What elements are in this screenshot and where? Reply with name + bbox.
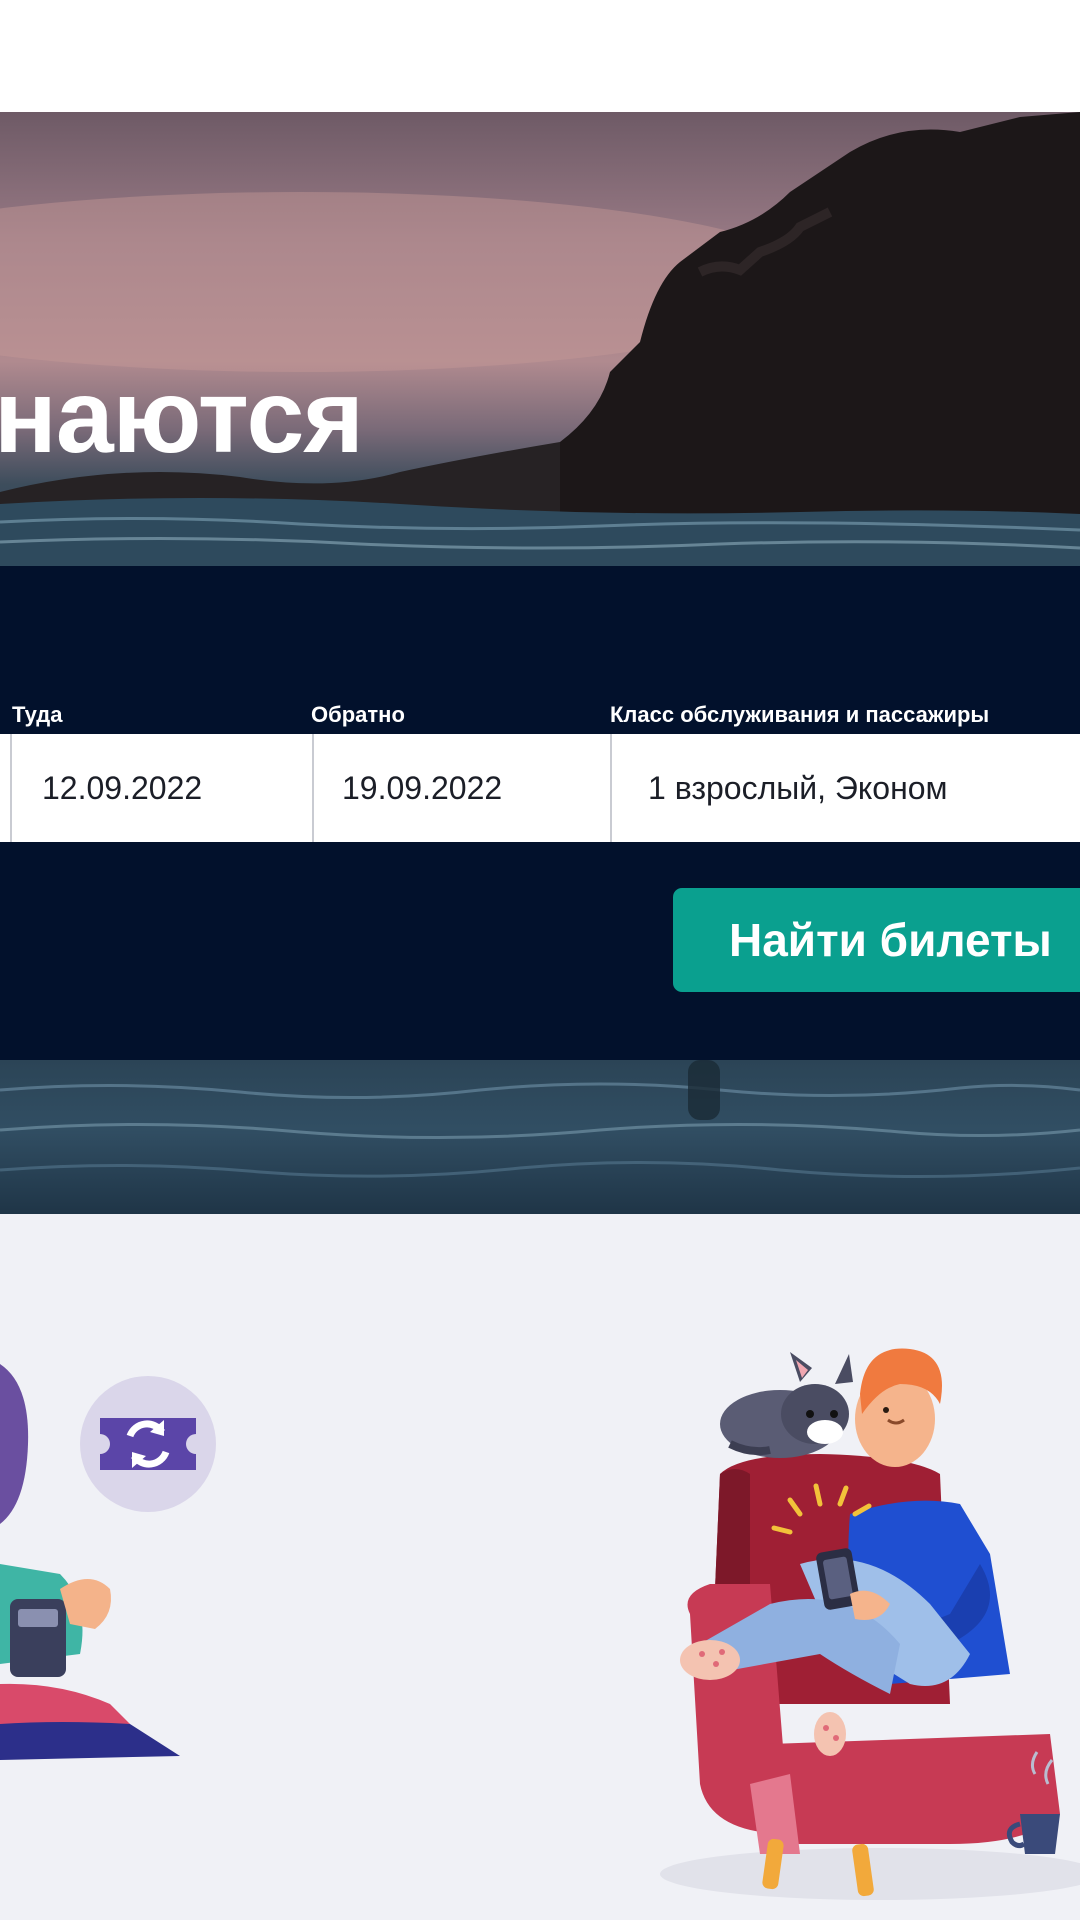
hero-banner: наются bbox=[0, 112, 1080, 566]
depart-date-label: Туда bbox=[12, 702, 63, 727]
flight-search-panel: Туда Обратно Класс обслуживания и пассаж… bbox=[0, 566, 1080, 1060]
depart-date-value: 12.09.2022 bbox=[42, 769, 203, 806]
class-passengers-label: Класс обслуживания и пассажиры bbox=[610, 702, 990, 727]
hero-water-strip bbox=[0, 1060, 1080, 1214]
man-in-armchair-illustration bbox=[660, 1348, 1080, 1900]
return-date-field[interactable]: 19.09.2022 bbox=[312, 734, 612, 842]
hero-title: наются bbox=[0, 359, 364, 475]
hero-background-image bbox=[0, 112, 1080, 566]
depart-date-field[interactable]: 12.09.2022 bbox=[10, 734, 314, 842]
ticket-exchange-icon bbox=[80, 1376, 216, 1512]
features-section bbox=[0, 1214, 1080, 1920]
return-date-label: Обратно bbox=[311, 702, 405, 727]
top-header-bar bbox=[0, 0, 1080, 112]
search-fields-row: 12.09.2022 19.09.2022 1 взрослый, Эконом bbox=[0, 734, 1080, 842]
find-tickets-button[interactable]: Найти билеты bbox=[673, 888, 1080, 992]
water-texture bbox=[0, 1060, 1080, 1179]
return-date-value: 19.09.2022 bbox=[342, 769, 503, 806]
class-passengers-field[interactable]: 1 взрослый, Эконом bbox=[610, 734, 1080, 842]
class-passengers-value: 1 взрослый, Эконом bbox=[648, 769, 948, 806]
